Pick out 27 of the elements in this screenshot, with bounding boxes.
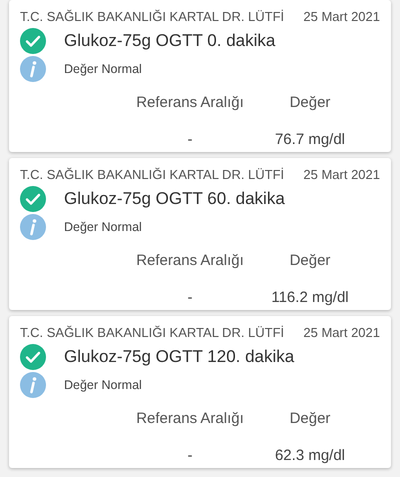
- institution-name: T.C. SAĞLIK BAKANLIĞI KARTAL DR. LÜTFİ: [20, 8, 284, 24]
- test-name: Glukoz-75g OGTT 60. dakika: [64, 189, 285, 209]
- result-value: 76.7 mg/dl: [274, 131, 346, 148]
- info-icon: [20, 214, 46, 240]
- institution-name: T.C. SAĞLIK BAKANLIĞI KARTAL DR. LÜTFİ: [20, 324, 284, 340]
- institution-name: T.C. SAĞLIK BAKANLIĞI KARTAL DR. LÜTFİ: [20, 166, 284, 182]
- reference-range: -: [188, 131, 192, 148]
- result-date: 25 Mart 2021: [303, 166, 380, 182]
- result-note: Değer Normal: [64, 62, 142, 76]
- column-header: Referans Aralığı: [136, 410, 244, 427]
- result-note: Değer Normal: [64, 378, 142, 392]
- test-name: Glukoz-75g OGTT 120. dakika: [64, 347, 294, 367]
- column-header: Değer: [290, 410, 330, 427]
- info-icon: [20, 56, 46, 82]
- result-date: 25 Mart 2021: [303, 324, 380, 340]
- test-name: Glukoz-75g OGTT 0. dakika: [64, 31, 276, 51]
- result-value: 62.3 mg/dl: [274, 447, 346, 464]
- result-date: 25 Mart 2021: [303, 8, 380, 24]
- reference-range: -: [188, 289, 192, 306]
- result-value: 116.2 mg/dl: [271, 289, 349, 306]
- info-icon: [20, 372, 46, 398]
- reference-range: -: [188, 447, 192, 464]
- column-header: Referans Aralığı: [136, 252, 244, 269]
- result-note: Değer Normal: [64, 220, 142, 234]
- column-header: Değer: [290, 252, 330, 269]
- column-header: Referans Aralığı: [136, 94, 244, 111]
- column-header: Değer: [290, 94, 330, 111]
